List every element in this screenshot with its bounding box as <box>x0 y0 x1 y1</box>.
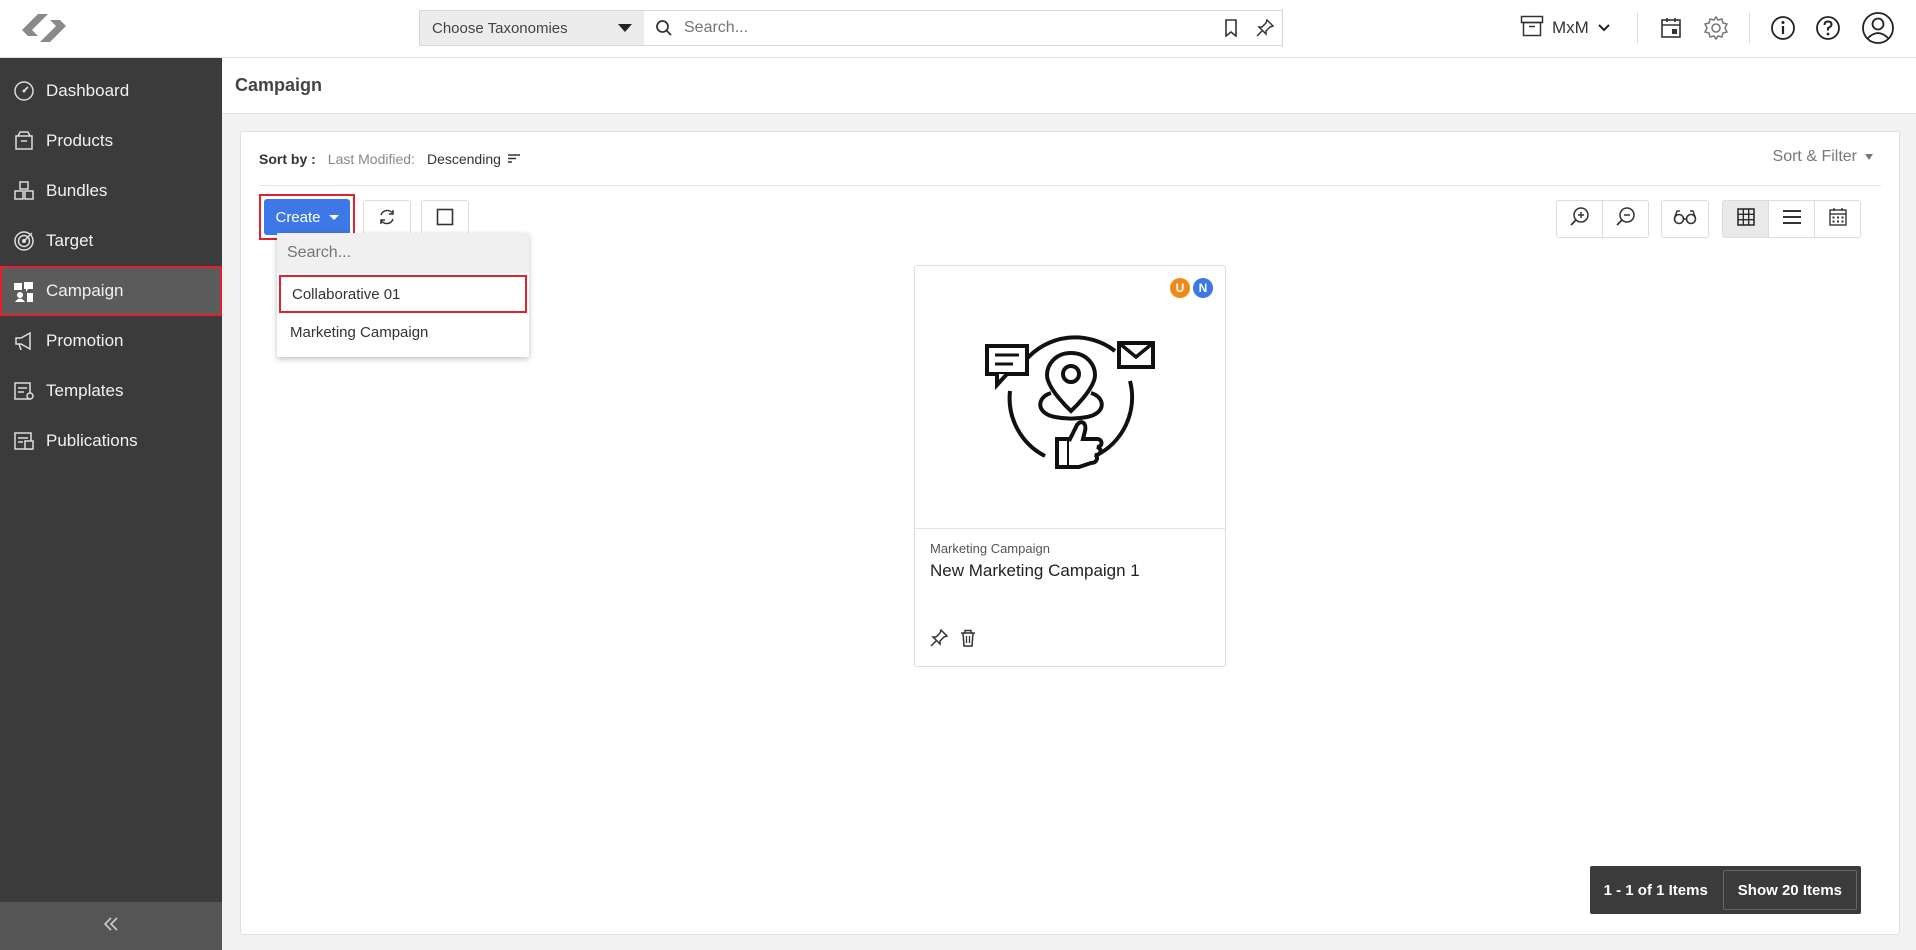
calendar-view-button[interactable] <box>1814 200 1861 238</box>
sidebar-item-label: Campaign <box>46 281 124 300</box>
caret-down-icon <box>1865 154 1873 160</box>
workspace-switcher[interactable]: MxM <box>1520 10 1611 46</box>
sidebar-item-templates[interactable]: Templates <box>0 366 222 416</box>
pin-icon[interactable] <box>930 628 949 652</box>
user-avatar-icon[interactable] <box>1860 10 1896 46</box>
campaign-illustration-icon <box>985 335 1155 469</box>
sidebar-item-products[interactable]: Products <box>0 116 222 166</box>
grid-view-button[interactable] <box>1722 200 1769 238</box>
zoom-out-icon <box>1615 206 1637 233</box>
sort-filter-label: Sort & Filter <box>1772 148 1857 165</box>
sidebar-item-publications[interactable]: Publications <box>0 416 222 466</box>
target-icon <box>12 229 36 253</box>
sidebar-item-bundles[interactable]: Bundles <box>0 166 222 216</box>
help-icon[interactable] <box>1812 12 1844 44</box>
divider <box>259 185 1881 186</box>
gear-icon[interactable] <box>1700 12 1732 44</box>
content-panel: Sort by : Last Modified: Descending Sort… <box>240 131 1900 935</box>
status-badge-n: N <box>1193 278 1213 298</box>
taxonomy-select[interactable]: Choose Taxonomies <box>419 10 645 46</box>
page-header: Campaign <box>222 58 1916 114</box>
sidebar-item-label: Promotion <box>46 331 124 350</box>
sidebar-item-label: Templates <box>46 381 124 400</box>
header-divider <box>1637 12 1638 44</box>
dropdown-item-collaborative[interactable]: Collaborative 01 <box>279 275 527 313</box>
chevron-down-icon <box>1597 18 1611 38</box>
list-icon <box>1782 209 1802 230</box>
sort-filter-toggle[interactable]: Sort & Filter <box>1773 148 1873 166</box>
sort-label: Sort by : <box>259 151 316 167</box>
card-type: Marketing Campaign <box>930 541 1050 556</box>
sort-lines-icon[interactable] <box>507 151 521 167</box>
card-title[interactable]: New Marketing Campaign 1 <box>930 561 1140 581</box>
list-view-button[interactable] <box>1768 200 1815 238</box>
sidebar-item-label: Bundles <box>46 181 108 200</box>
zoom-out-button[interactable] <box>1602 200 1649 238</box>
dropdown-item-marketing-campaign[interactable]: Marketing Campaign <box>277 313 529 351</box>
sort-bar: Sort by : Last Modified: Descending <box>259 151 521 167</box>
sidebar-item-label: Products <box>46 131 114 150</box>
caret-down-icon <box>328 214 339 220</box>
sidebar-item-promotion[interactable]: Promotion <box>0 316 222 366</box>
page-title: Campaign <box>235 75 323 95</box>
card-thumbnail: U N <box>915 266 1225 529</box>
top-bar: Choose Taxonomies MxM <box>0 0 1916 58</box>
grid-icon <box>1736 207 1755 231</box>
workspace-label: MxM <box>1552 18 1589 37</box>
campaign-card[interactable]: U N Marketing Campaign New Marketing Cam… <box>914 265 1226 667</box>
app-logo-icon[interactable] <box>20 10 68 46</box>
dropdown-search-input[interactable] <box>277 233 529 273</box>
create-dropdown-menu: Collaborative 01 Marketing Campaign <box>277 233 529 357</box>
glasses-icon <box>1672 209 1698 230</box>
publication-icon <box>12 429 36 453</box>
trash-icon[interactable] <box>960 629 976 652</box>
box-icon <box>12 129 36 153</box>
sidebar-item-label: Dashboard <box>46 81 130 100</box>
sidebar-item-target[interactable]: Target <box>0 216 222 266</box>
refresh-icon <box>377 207 397 232</box>
checkbox-icon <box>436 208 454 231</box>
create-button[interactable]: Create <box>264 199 350 235</box>
pin-icon[interactable] <box>1248 19 1282 37</box>
caret-down-icon <box>618 24 632 32</box>
sort-key[interactable]: Last Modified: <box>328 151 415 167</box>
megaphone-icon <box>12 329 36 353</box>
global-search-input[interactable] <box>684 19 1214 37</box>
sidebar-item-campaign[interactable]: Campaign <box>0 266 222 316</box>
global-search <box>644 10 1283 46</box>
search-icon <box>644 19 684 37</box>
zoom-in-button[interactable] <box>1556 200 1603 238</box>
card-actions <box>930 628 976 652</box>
template-icon <box>12 379 36 403</box>
calendar-icon <box>1828 207 1848 232</box>
sidebar-item-dashboard[interactable]: Dashboard <box>0 66 222 116</box>
sidebar: Dashboard Products Bundles Target Campai… <box>0 58 222 950</box>
sidebar-collapse-button[interactable] <box>0 902 222 950</box>
pagination: 1 - 1 of 1 Items Show 20 Items <box>1589 866 1861 914</box>
pagination-count: 1 - 1 of 1 Items <box>1603 881 1708 899</box>
speedometer-icon <box>12 79 36 103</box>
double-chevron-left-icon <box>102 916 120 937</box>
campaign-icon <box>12 279 36 303</box>
bookmark-icon[interactable] <box>1214 19 1248 37</box>
info-icon[interactable] <box>1767 12 1799 44</box>
badge-text: N <box>1198 281 1208 295</box>
boxes-icon <box>12 179 36 203</box>
zoom-in-icon <box>1569 206 1591 233</box>
status-badge-u: U <box>1170 278 1190 298</box>
create-button-label: Create <box>275 208 321 226</box>
header-divider <box>1749 12 1750 44</box>
archive-icon <box>1520 15 1544 42</box>
sort-direction[interactable]: Descending <box>427 151 501 167</box>
badge-text: U <box>1175 281 1185 295</box>
calendar-box-icon[interactable] <box>1655 12 1687 44</box>
sidebar-item-label: Target <box>46 231 94 250</box>
taxonomy-select-label: Choose Taxonomies <box>432 19 568 37</box>
page-size-button[interactable]: Show 20 Items <box>1722 870 1857 910</box>
preview-button[interactable] <box>1661 200 1709 238</box>
sidebar-item-label: Publications <box>46 431 138 450</box>
